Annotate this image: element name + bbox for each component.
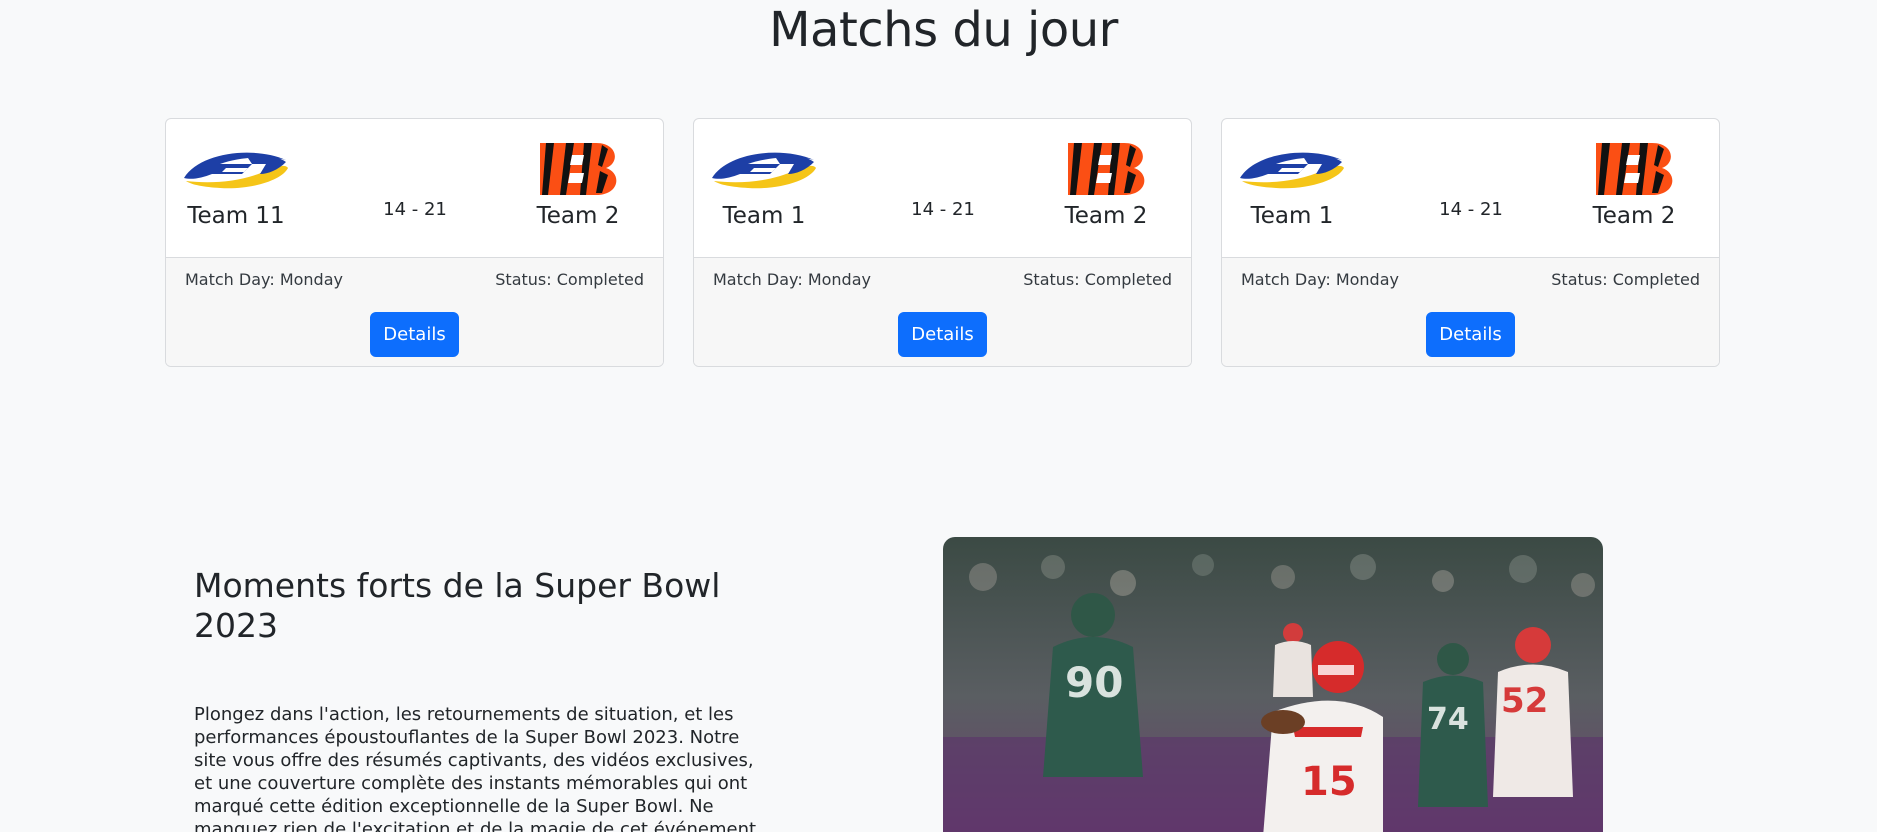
highlights-text: Plongez dans l'action, les retournements…	[194, 704, 757, 832]
home-team-name: Team 11	[187, 203, 285, 229]
home-team-name: Team 1	[722, 203, 806, 229]
match-status: Status: Completed	[495, 270, 644, 289]
match-day: Match Day: Monday	[1241, 270, 1399, 289]
home-team-name: Team 1	[1250, 203, 1334, 229]
details-button[interactable]: Details	[898, 312, 987, 357]
away-team: Team 2	[1036, 141, 1176, 229]
super-bowl-photo: 90 52 74 15	[943, 537, 1603, 832]
bengals-logo-icon	[508, 141, 648, 197]
away-team-name: Team 2	[1592, 203, 1676, 229]
match-card-footer: Match Day: Monday Status: Completed Deta…	[1222, 257, 1719, 366]
svg-text:52: 52	[1501, 681, 1548, 721]
match-card-body: Team 1 14 - 21 Team 2	[1222, 119, 1719, 257]
rams-logo-icon	[694, 141, 834, 197]
match-card-footer: Match Day: Monday Status: Completed Deta…	[694, 257, 1191, 366]
match-card: Team 11 14 - 21 Team 2 Match Day: Monday…	[165, 118, 664, 367]
match-score: 14 - 21	[1439, 199, 1503, 220]
highlights-title: Moments forts de la Super Bowl 2023	[194, 566, 721, 645]
away-team: Team 2	[1564, 141, 1704, 229]
svg-text:90: 90	[1065, 658, 1123, 707]
bengals-logo-icon	[1564, 141, 1704, 197]
details-button[interactable]: Details	[370, 312, 459, 357]
page-title: Matchs du jour	[769, 2, 1118, 58]
home-team: Team 1	[694, 141, 834, 229]
rams-logo-icon	[1222, 141, 1362, 197]
match-day: Match Day: Monday	[185, 270, 343, 289]
away-team-name: Team 2	[1064, 203, 1148, 229]
match-card-body: Team 1 14 - 21 Team 2	[694, 119, 1191, 257]
details-button[interactable]: Details	[1426, 312, 1515, 357]
match-score: 14 - 21	[383, 199, 447, 220]
match-status: Status: Completed	[1023, 270, 1172, 289]
match-score: 14 - 21	[911, 199, 975, 220]
rams-logo-icon	[166, 141, 306, 197]
svg-text:15: 15	[1301, 759, 1357, 805]
home-team: Team 11	[166, 141, 306, 229]
match-card-body: Team 11 14 - 21 Team 2	[166, 119, 663, 257]
match-day: Match Day: Monday	[713, 270, 871, 289]
away-team: Team 2	[508, 141, 648, 229]
svg-text:74: 74	[1427, 702, 1469, 737]
match-status: Status: Completed	[1551, 270, 1700, 289]
bengals-logo-icon	[1036, 141, 1176, 197]
match-card: Team 1 14 - 21 Team 2 Match Day: Monday …	[693, 118, 1192, 367]
match-card: Team 1 14 - 21 Team 2 Match Day: Monday …	[1221, 118, 1720, 367]
home-team: Team 1	[1222, 141, 1362, 229]
away-team-name: Team 2	[536, 203, 620, 229]
match-card-footer: Match Day: Monday Status: Completed Deta…	[166, 257, 663, 366]
